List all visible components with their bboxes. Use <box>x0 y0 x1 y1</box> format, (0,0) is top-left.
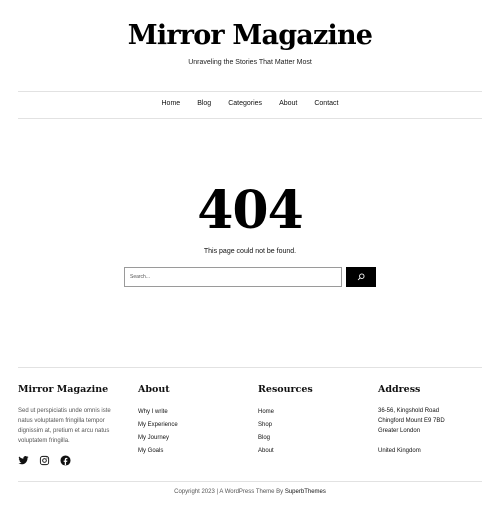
nav-item-categories[interactable]: Categories <box>228 100 262 107</box>
footer-brand-title[interactable]: Mirror Magazine <box>18 384 108 395</box>
address-line: 36-56, Kingshold Road <box>378 408 440 414</box>
footer-about-title: About <box>138 384 170 395</box>
theme-author-link[interactable]: SuperbThemes <box>285 489 326 495</box>
site-title[interactable]: Mirror Magazine <box>0 20 500 51</box>
twitter-icon[interactable] <box>18 455 29 466</box>
divider <box>18 481 482 482</box>
address-country: United Kingdom <box>378 448 421 454</box>
footer-link-my-goals[interactable]: My Goals <box>138 445 178 458</box>
nav-item-home[interactable]: Home <box>162 100 181 107</box>
copyright-text: Copyright 2023 | A WordPress Theme By <box>174 489 284 495</box>
footer-resources-links: Home Shop Blog About <box>258 406 274 458</box>
footer-description: Sed ut perspiciatis unde omnis iste natu… <box>18 408 111 444</box>
footer-link-home[interactable]: Home <box>258 406 274 419</box>
footer-link-my-journey[interactable]: My Journey <box>138 432 178 445</box>
search-button[interactable] <box>346 267 376 287</box>
instagram-icon[interactable] <box>39 455 50 466</box>
divider <box>18 118 482 119</box>
error-code-heading: 404 <box>197 180 304 241</box>
footer-link-why-i-write[interactable]: Why I write <box>138 406 178 419</box>
address-line: Chingford Mount E9 7BD <box>378 418 445 424</box>
footer-link-about[interactable]: About <box>258 445 274 458</box>
nav-item-contact[interactable]: Contact <box>314 100 338 107</box>
footer-link-my-experience[interactable]: My Experience <box>138 419 178 432</box>
social-links <box>18 455 71 466</box>
not-found-message: This page could not be found. <box>203 248 297 255</box>
footer-resources-title: Resources <box>258 384 313 395</box>
copyright: Copyright 2023 | A WordPress Theme By Su… <box>0 489 500 495</box>
footer-link-blog[interactable]: Blog <box>258 432 274 445</box>
footer-about-links: Why I write My Experience My Journey My … <box>138 406 178 458</box>
footer-address: 36-56, Kingshold Road Chingford Mount E9… <box>378 406 445 456</box>
nav-item-about[interactable]: About <box>279 100 297 107</box>
nav-item-blog[interactable]: Blog <box>197 100 211 107</box>
search-input[interactable] <box>124 267 342 287</box>
divider <box>18 367 482 368</box>
divider <box>18 91 482 92</box>
footer-address-title: Address <box>378 384 421 395</box>
footer-link-shop[interactable]: Shop <box>258 419 274 432</box>
search-icon <box>357 273 365 281</box>
site-tagline: Unraveling the Stories That Matter Most <box>188 59 312 66</box>
facebook-icon[interactable] <box>60 455 71 466</box>
address-line: Greater London <box>378 428 421 434</box>
main-navigation: Home Blog Categories About Contact <box>0 100 500 107</box>
